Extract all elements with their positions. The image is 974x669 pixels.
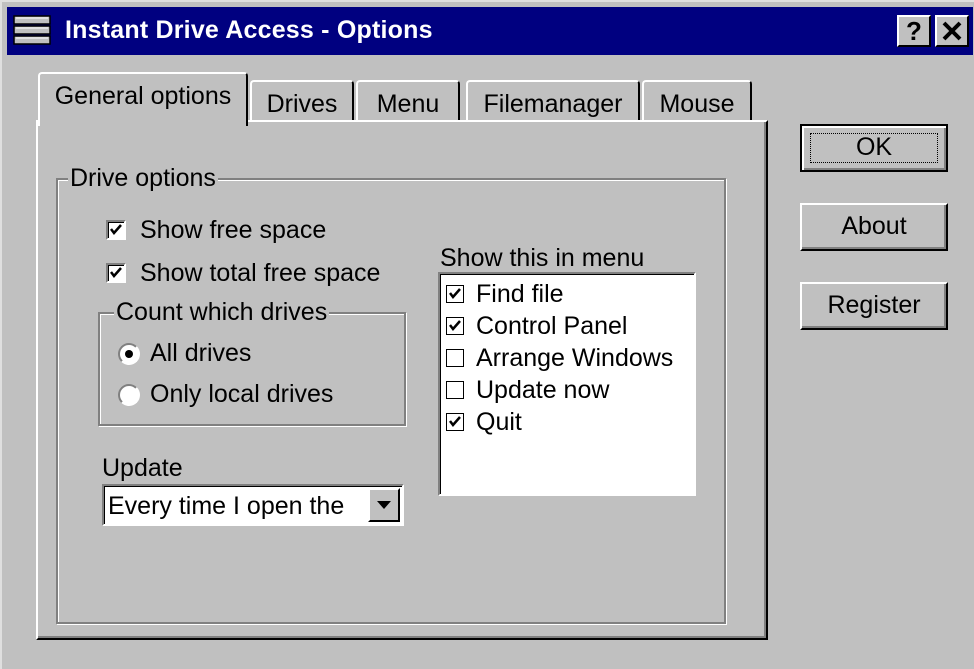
show-in-menu-label: Show this in menu xyxy=(440,244,645,272)
checkbox-box xyxy=(106,220,126,240)
close-button[interactable] xyxy=(935,15,969,47)
drive-options-legend: Drive options xyxy=(68,164,218,193)
menu-item-label: Control Panel xyxy=(476,312,628,340)
tab-filemanager[interactable]: Filemanager xyxy=(466,80,640,124)
menu-item-find-file[interactable]: Find file xyxy=(446,280,686,310)
checkmark-icon xyxy=(110,224,122,235)
menu-item-arrange-windows[interactable]: Arrange Windows xyxy=(446,344,690,374)
radio-label: Only local drives xyxy=(150,380,334,408)
all-drives-radio[interactable]: All drives xyxy=(118,339,278,369)
menu-item-label: Arrange Windows xyxy=(476,344,674,372)
radio-dot xyxy=(125,350,133,358)
only-local-drives-radio[interactable]: Only local drives xyxy=(118,380,358,410)
close-icon xyxy=(941,17,963,47)
tab-general-options[interactable]: General options xyxy=(38,72,248,126)
tab-label: Filemanager xyxy=(483,90,623,118)
tab-label: Mouse xyxy=(659,90,735,118)
show-free-space-checkbox[interactable]: Show free space xyxy=(106,216,346,246)
dropdown-arrow-button[interactable] xyxy=(368,488,400,522)
tab-label: General options xyxy=(54,82,232,110)
options-dialog: Instant Drive Access - Options ? General… xyxy=(0,0,974,669)
tab-drives[interactable]: Drives xyxy=(250,80,354,124)
title-bar[interactable]: Instant Drive Access - Options ? xyxy=(7,7,973,55)
update-dropdown[interactable]: Every time I open the xyxy=(102,484,404,526)
tab-label: Drives xyxy=(266,90,338,118)
checkbox-box xyxy=(446,349,464,367)
radio-circle xyxy=(118,343,140,365)
menu-item-control-panel[interactable]: Control Panel xyxy=(446,312,686,342)
about-button[interactable]: About xyxy=(800,203,948,251)
register-button[interactable]: Register xyxy=(800,282,948,330)
tab-label: Menu xyxy=(376,90,440,118)
show-total-free-space-checkbox[interactable]: Show total free space xyxy=(106,259,406,289)
tab-menu[interactable]: Menu xyxy=(356,80,460,124)
help-button[interactable]: ? xyxy=(897,15,931,47)
checkbox-box xyxy=(106,263,126,283)
menu-item-quit[interactable]: Quit xyxy=(446,408,686,438)
radio-circle xyxy=(118,384,140,406)
help-icon: ? xyxy=(906,16,922,46)
checkmark-icon xyxy=(110,267,122,278)
checkmark-icon xyxy=(449,320,461,331)
count-which-drives-legend: Count which drives xyxy=(114,298,330,327)
chevron-down-icon xyxy=(377,501,391,509)
menu-item-label: Update now xyxy=(476,376,610,404)
show-in-menu-list[interactable]: Find file Control Panel Arrange Windows … xyxy=(438,272,696,496)
window-title: Instant Drive Access - Options xyxy=(65,16,433,44)
checkbox-box xyxy=(446,317,464,335)
checkbox-box xyxy=(446,285,464,303)
menu-item-update-now[interactable]: Update now xyxy=(446,376,686,406)
ok-button-label: OK xyxy=(855,133,893,161)
menu-item-label: Quit xyxy=(476,408,522,436)
radio-label: All drives xyxy=(150,339,252,367)
checkbox-label: Show free space xyxy=(140,216,327,244)
checkbox-label: Show total free space xyxy=(140,259,381,287)
update-dropdown-value: Every time I open the xyxy=(108,492,345,520)
update-label: Update xyxy=(102,454,183,482)
drive-stack-icon xyxy=(13,15,53,47)
menu-item-label: Find file xyxy=(476,280,564,308)
register-button-label: Register xyxy=(827,291,921,319)
checkbox-box xyxy=(446,381,464,399)
tab-mouse[interactable]: Mouse xyxy=(642,80,752,124)
ok-button[interactable]: OK xyxy=(800,124,948,172)
checkbox-box xyxy=(446,413,464,431)
checkmark-icon xyxy=(449,416,461,427)
checkmark-icon xyxy=(449,288,461,299)
about-button-label: About xyxy=(841,212,907,240)
